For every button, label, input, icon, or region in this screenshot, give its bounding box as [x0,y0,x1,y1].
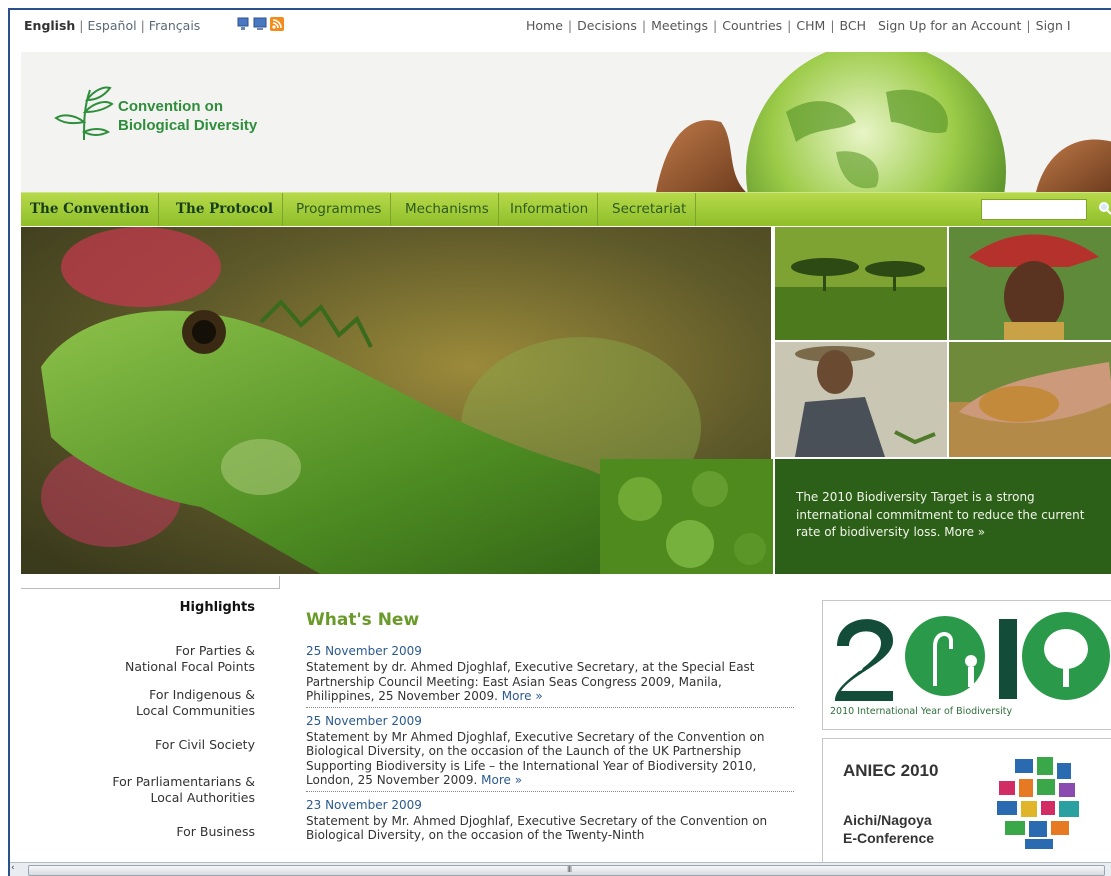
main-nav: The Convention The Protocol Programmes M… [21,192,1111,226]
iyb-2010-banner[interactable]: 2010 International Year of Biodiversity [822,600,1111,730]
browser-page: English | Español | Français Home | Decisions |… [8,8,1111,876]
cbd-logo-icon[interactable] [54,82,114,142]
green-fruit-photo[interactable] [600,459,773,574]
monitor-icon[interactable] [253,17,267,31]
highlight-business[interactable]: For Business [176,824,255,840]
language-switcher: English | Español | Français [24,18,201,33]
nav-secretariat[interactable]: Secretariat [603,193,697,226]
link-countries[interactable]: Countries [722,18,782,33]
nav-the-convention[interactable]: The Convention [21,193,160,226]
top-utility-bar: English | Español | Français Home | Decisions |… [10,10,1111,40]
news-date[interactable]: 25 November 2009 [306,644,794,658]
news-item: 25 November 2009 Statement by Mr Ahmed D… [306,714,794,792]
search-input[interactable] [981,199,1087,220]
link-sign-up[interactable]: Sign Up for an Account [878,18,1021,33]
farmer-photo[interactable] [775,342,947,457]
scrollbar-thumb[interactable]: III [28,865,1105,876]
news-date[interactable]: 23 November 2009 [306,798,794,812]
scrollbar-grip: III [567,865,572,874]
top-links: Home | Decisions | Meetings | Countries | CHM | BC… [526,18,1071,33]
link-sign-in[interactable]: Sign I [1036,18,1071,33]
aniec-title: ANIEC 2010 [843,761,939,780]
highlights-tab-line [21,576,280,589]
nav-mechanisms[interactable]: Mechanisms [396,193,499,226]
news-item: 23 November 2009 Statement by Mr. Ahmed … [306,798,794,846]
news-item: 25 November 2009 Statement by dr. Ahmed … [306,644,794,708]
link-decisions[interactable]: Decisions [577,18,637,33]
topbar-icons [236,17,284,31]
magnifier-icon[interactable] [1098,201,1111,215]
savanna-photo[interactable] [775,227,947,340]
aniec-subtitle: Aichi/Nagoya E-Conference [843,812,935,846]
biodiversity-target-text[interactable]: The 2010 Biodiversity Target is a strong… [796,489,1096,542]
nav-information[interactable]: Information [501,193,599,226]
highlights-title: Highlights [179,600,255,615]
aniec-2010-banner[interactable]: ANIEC 2010 Aichi/Nagoya E-Conference [822,738,1111,866]
link-meetings[interactable]: Meetings [651,18,708,33]
highlight-civil-society[interactable]: For Civil Society [155,737,255,753]
news-more-link[interactable]: More » [481,773,522,787]
link-home[interactable]: Home [526,18,563,33]
lang-english[interactable]: English [24,18,75,33]
iyb-2010-logo [835,612,1110,701]
globe-in-hands-image [636,52,1111,192]
highlight-indigenous[interactable]: For Indigenous & Local Communities [136,687,255,719]
news-text: Statement by Mr. Ahmed Djoghlaf, Executi… [306,813,768,843]
news-more-link[interactable]: More » [502,689,543,703]
desktop-icon[interactable] [236,17,250,31]
lang-espanol[interactable]: Español [88,18,137,33]
news-text: Statement by Mr Ahmed Djoghlaf, Executiv… [306,729,765,788]
whats-new-column: What's New 25 November 2009 Statement by… [306,610,806,876]
tribal-man-photo[interactable] [949,227,1111,340]
rss-icon[interactable] [270,17,284,31]
animals-circle-icon [992,754,1088,850]
nav-the-protocol[interactable]: The Protocol [167,193,284,226]
highlights-column: Highlights For Parties & National Focal … [21,576,280,876]
hero-banner: The 2010 Biodiversity Target is a strong… [21,227,1111,574]
highlight-parties[interactable]: For Parties & National Focal Points [125,643,255,675]
grain-hand-photo[interactable] [949,342,1111,457]
link-bch[interactable]: BCH [840,18,866,33]
iyb-2010-caption: 2010 International Year of Biodiversity [830,706,1013,717]
news-date[interactable]: 25 November 2009 [306,714,794,728]
lang-francais[interactable]: Français [149,18,201,33]
site-header: Convention on Biological Diversity [21,52,1111,192]
logo-text[interactable]: Convention on Biological Diversity [118,97,257,135]
scroll-left-arrow-icon[interactable]: ‹ [11,863,15,873]
link-chm[interactable]: CHM [796,18,825,33]
highlight-parliamentarians[interactable]: For Parliamentarians & Local Authorities [112,774,255,806]
whats-new-title: What's New [306,610,420,630]
nav-programmes[interactable]: Programmes [287,193,392,226]
